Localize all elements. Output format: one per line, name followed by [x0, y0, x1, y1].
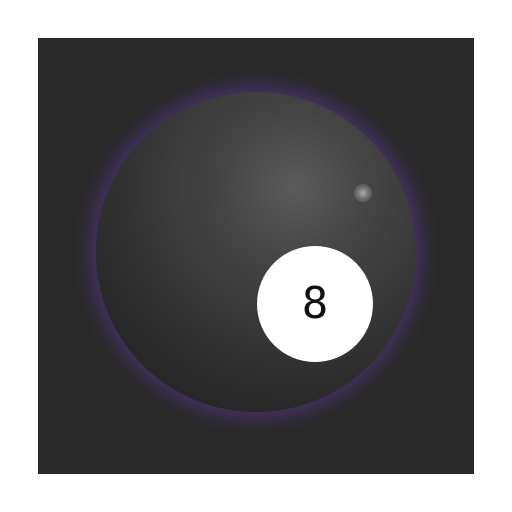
magic-8-ball-canvas: 8: [38, 38, 474, 474]
eight-ball[interactable]: 8: [96, 92, 416, 412]
ball-window: 8: [257, 246, 373, 362]
ball-highlight: [354, 184, 372, 202]
ball-number: 8: [301, 278, 329, 329]
